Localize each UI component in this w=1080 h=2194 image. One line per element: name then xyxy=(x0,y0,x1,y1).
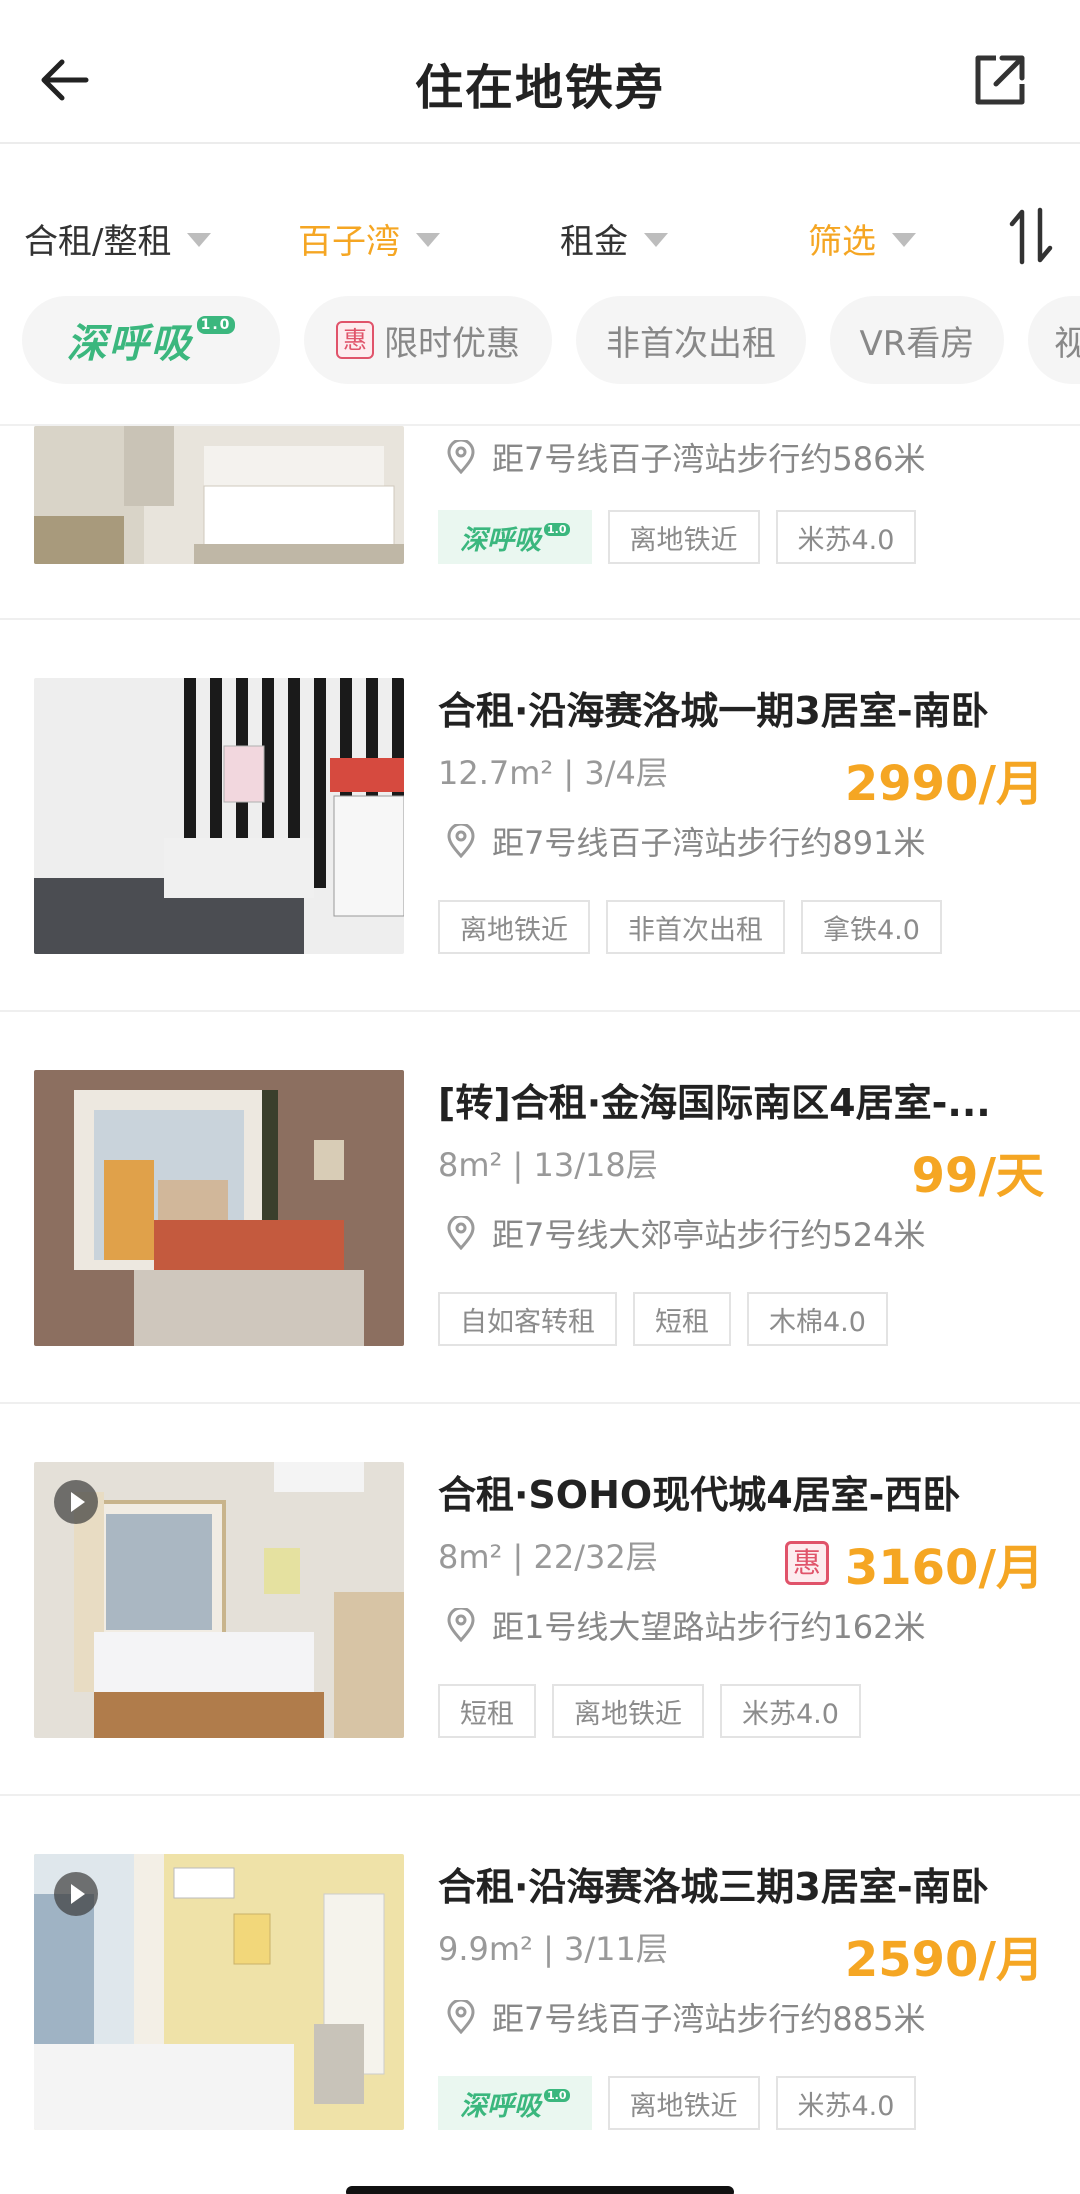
location-pin-icon xyxy=(447,824,475,858)
divider xyxy=(0,618,1080,620)
pill-vr[interactable]: VR看房 xyxy=(830,296,1004,384)
pill-limited-offer[interactable]: 惠 限时优惠 xyxy=(304,296,552,384)
listing-price: 2590/月 xyxy=(844,1932,1044,1988)
location-pin-icon xyxy=(447,2000,475,2034)
listing-tags: 离地铁近 非首次出租 拿铁4.0 xyxy=(438,900,958,954)
pill-non-first-rent[interactable]: 非首次出租 xyxy=(576,296,806,384)
discount-badge-icon: 惠 xyxy=(336,321,374,359)
listing-card[interactable]: 合租·沿海赛洛城三期3居室-南卧 9.9m² | 3/11层 2590/月 距7… xyxy=(0,1854,1080,2184)
filter-rent-type-label: 合租/整租 xyxy=(24,222,172,262)
listing-location-text: 距7号线大郊亭站步行约524米 xyxy=(492,1216,926,1254)
filter-price[interactable]: 租金 xyxy=(560,214,668,263)
listing-card[interactable]: 距7号线百子湾站步行约586米 深呼吸 1.0 离地铁近 米苏4.0 xyxy=(0,426,1080,618)
listing-location: 距7号线大郊亭站步行约524米 xyxy=(446,1210,925,1256)
caret-down-icon xyxy=(644,232,668,247)
pill-shenhuxi[interactable]: 深呼吸 1.0 xyxy=(22,296,280,384)
listing-location: 距1号线大望路站步行约162米 xyxy=(446,1602,925,1648)
filter-rent-type[interactable]: 合租/整租 xyxy=(24,214,212,263)
listing-price: 惠 3160/月 xyxy=(784,1528,1044,1598)
external-link-icon[interactable] xyxy=(972,52,1028,108)
filter-bar: 合租/整租 百子湾 租金 筛选 xyxy=(0,200,1080,280)
listing-title: 合租·沿海赛洛城三期3居室-南卧 xyxy=(438,1865,989,1909)
filter-location[interactable]: 百子湾 xyxy=(298,214,440,263)
location-pin-icon xyxy=(447,1608,475,1642)
listing-location-text: 距7号线百子湾站步行约891米 xyxy=(492,824,926,862)
pill-partial[interactable]: 视 xyxy=(1028,296,1080,384)
listing-photo xyxy=(34,678,404,954)
home-indicator[interactable] xyxy=(346,2186,734,2194)
shenhuxi-logo: 深呼吸 1.0 xyxy=(67,311,236,369)
pill-non-first-rent-label: 非首次出租 xyxy=(606,323,776,364)
location-pin-icon xyxy=(447,440,475,474)
tag: 离地铁近 xyxy=(552,1684,704,1738)
listing-location: 距7号线百子湾站步行约891米 xyxy=(446,818,925,864)
sort-icon[interactable] xyxy=(1008,206,1054,266)
video-play-icon[interactable] xyxy=(54,1480,98,1524)
listing-price-value: 3160/月 xyxy=(844,1540,1044,1596)
filter-price-label: 租金 xyxy=(560,222,628,262)
tag-shenhuxi: 深呼吸 1.0 xyxy=(438,510,592,564)
divider xyxy=(0,1010,1080,1012)
tag: 木棉4.0 xyxy=(747,1292,888,1346)
listing-photo xyxy=(34,1462,404,1738)
caret-down-icon xyxy=(416,232,440,247)
video-play-icon[interactable] xyxy=(54,1872,98,1916)
listing-area-floor: 8m² | 22/32层 xyxy=(438,1538,658,1576)
listing-title: 合租·SOHO现代城4居室-西卧 xyxy=(438,1473,961,1517)
tag: 短租 xyxy=(438,1684,536,1738)
pill-partial-label: 视 xyxy=(1054,323,1080,364)
listing-card[interactable]: 合租·沿海赛洛城一期3居室-南卧 12.7m² | 3/4层 2990/月 距7… xyxy=(0,678,1080,1008)
listing-card[interactable]: [转]合租·金海国际南区4居室-... 8m² | 13/18层 99/天 距7… xyxy=(0,1070,1080,1400)
tag: 非首次出租 xyxy=(606,900,785,954)
listing-price: 2990/月 xyxy=(844,756,1044,812)
listing-location-text: 距1号线大望路站步行约162米 xyxy=(492,1608,926,1646)
listing-tags: 深呼吸 1.0 离地铁近 米苏4.0 xyxy=(438,510,932,564)
listing-area-floor: 8m² | 13/18层 xyxy=(438,1146,658,1184)
top-nav-bar: 住在地铁旁 xyxy=(0,0,1080,144)
listing-title: [转]合租·金海国际南区4居室-... xyxy=(438,1081,991,1125)
tag: 自如客转租 xyxy=(438,1292,617,1346)
tag: 米苏4.0 xyxy=(720,1684,861,1738)
filter-more[interactable]: 筛选 xyxy=(808,214,916,263)
pill-limited-offer-label: 限时优惠 xyxy=(384,323,520,364)
listing-photo xyxy=(34,1070,404,1346)
tag: 米苏4.0 xyxy=(775,510,917,564)
location-pin-icon xyxy=(447,1216,475,1250)
pill-vr-label: VR看房 xyxy=(859,323,975,364)
listing-photo xyxy=(34,426,404,564)
listing-area-floor: 9.9m² | 3/11层 xyxy=(438,1930,668,1968)
caret-down-icon xyxy=(187,232,212,247)
page-title: 住在地铁旁 xyxy=(414,60,665,116)
divider xyxy=(0,1794,1080,1796)
listing-price: 99/天 xyxy=(911,1148,1044,1204)
divider xyxy=(0,1402,1080,1404)
listing-tags: 短租 离地铁近 米苏4.0 xyxy=(438,1684,877,1738)
tag: 离地铁近 xyxy=(607,510,760,564)
listing-card[interactable]: 合租·SOHO现代城4居室-西卧 8m² | 22/32层 惠 3160/月 距… xyxy=(0,1462,1080,1792)
listing-location: 距7号线百子湾站步行约586米 xyxy=(446,434,925,480)
listing-area-floor: 12.7m² | 3/4层 xyxy=(438,754,668,792)
tag: 短租 xyxy=(633,1292,731,1346)
caret-down-icon xyxy=(892,232,916,247)
tag: 离地铁近 xyxy=(607,2076,760,2130)
tag-shenhuxi: 深呼吸 1.0 xyxy=(438,2076,592,2130)
listing-title: 合租·沿海赛洛城一期3居室-南卧 xyxy=(438,689,989,733)
filter-location-label: 百子湾 xyxy=(298,222,400,262)
tag: 离地铁近 xyxy=(438,900,590,954)
tag: 拿铁4.0 xyxy=(801,900,942,954)
tag: 米苏4.0 xyxy=(775,2076,917,2130)
listing-photo xyxy=(34,1854,404,2130)
listing-location-text: 距7号线百子湾站步行约586米 xyxy=(492,440,926,478)
listing-location: 距7号线百子湾站步行约885米 xyxy=(446,1994,925,2040)
discount-badge-icon: 惠 xyxy=(784,1541,829,1585)
listing-location-text: 距7号线百子湾站步行约885米 xyxy=(492,2000,926,2038)
listing-tags: 自如客转租 短租 木棉4.0 xyxy=(438,1292,904,1346)
listing-tags: 深呼吸 1.0 离地铁近 米苏4.0 xyxy=(438,2076,932,2130)
filter-more-label: 筛选 xyxy=(808,222,876,262)
quick-tag-pills: 深呼吸 1.0 惠 限时优惠 非首次出租 VR看房 视 xyxy=(0,296,1080,392)
